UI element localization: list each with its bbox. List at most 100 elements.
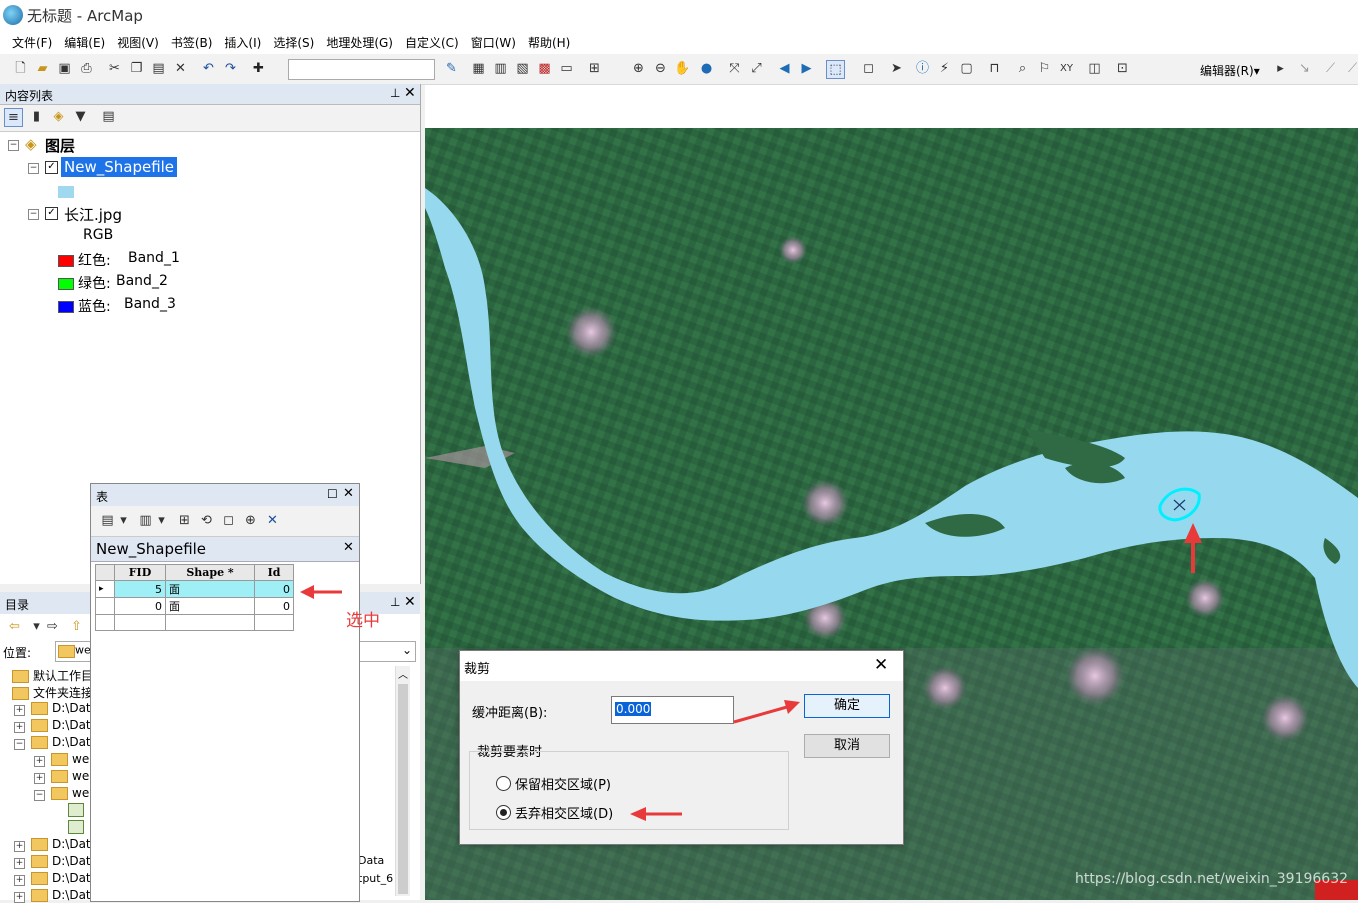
cut-icon[interactable]: ✂ (106, 60, 123, 77)
discard-intersect-radio[interactable] (496, 805, 511, 820)
dialog-close-icon[interactable]: ✕ (874, 655, 888, 675)
band-green-swatch[interactable] (58, 278, 74, 290)
shapefile-visibility-checkbox[interactable]: ✓ (45, 161, 58, 174)
cell-id[interactable]: 0 (254, 597, 294, 615)
cell-fid[interactable]: 0 (114, 597, 166, 615)
catalog-item[interactable]: 默认工作目 (12, 667, 93, 684)
fixed-zoom-out-icon[interactable]: ⤢ (748, 60, 765, 77)
layer-changjiang-jpg[interactable]: 长江.jpg (64, 204, 122, 225)
table-row[interactable]: 0 面 0 (95, 597, 294, 615)
catalog-back-icon[interactable]: ⇦ (6, 618, 23, 635)
table-layer-tab[interactable]: New_Shapefile ✕ (91, 537, 359, 562)
options-icon[interactable]: ▤ (100, 108, 117, 125)
save-icon[interactable]: ▣ (56, 60, 73, 77)
search-window-icon[interactable]: ▧ (514, 60, 531, 77)
list-by-selection-icon[interactable]: ▼ (72, 108, 89, 125)
raster-dataset-icon[interactable] (68, 803, 84, 817)
edit-tool-icon[interactable]: ▸ (1272, 60, 1289, 77)
redo-icon[interactable]: ↷ (222, 60, 239, 77)
zoom-to-selected-icon[interactable]: ⊕ (242, 512, 259, 529)
cancel-button[interactable]: 取消 (804, 734, 890, 758)
hyperlink-icon[interactable]: ⚡ (936, 60, 953, 77)
delete-icon[interactable]: ✕ (172, 60, 189, 77)
discard-intersect-label[interactable]: 丢弃相交区域(D) (515, 803, 613, 822)
find-route-icon[interactable]: ⚐ (1036, 60, 1053, 77)
list-by-source-icon[interactable]: ▮ (28, 108, 45, 125)
menu-file[interactable]: 文件(F) (6, 34, 58, 51)
create-viewer-icon[interactable]: ⊡ (1114, 60, 1131, 77)
raster-visibility-checkbox[interactable]: ✓ (45, 207, 58, 220)
menu-insert[interactable]: 插入(I) (218, 34, 267, 51)
back-extent-icon[interactable]: ◀ (776, 60, 793, 77)
arctoolbox-icon[interactable]: ▩ (536, 60, 553, 77)
catalog-item[interactable]: − wee (34, 786, 97, 801)
menu-customize[interactable]: 自定义(C) (399, 34, 465, 51)
copy-icon[interactable]: ❐ (128, 60, 145, 77)
column-header-fid[interactable]: FID (114, 564, 166, 581)
related-tables-dropdown-icon[interactable]: ▾ (153, 512, 170, 529)
find-icon[interactable]: ⌕ (1014, 60, 1031, 77)
table-of-contents-icon[interactable]: ▦ (470, 60, 487, 77)
select-by-attributes-icon[interactable]: ⊞ (176, 512, 193, 529)
band-blue-swatch[interactable] (58, 301, 74, 313)
catalog-item[interactable]: + D:\Dat (14, 888, 91, 903)
catalog-item[interactable]: + wee (34, 769, 97, 784)
close-icon[interactable]: ✕ (404, 85, 416, 101)
clear-table-selection-icon[interactable]: ◻ (220, 512, 237, 529)
go-to-xy-icon[interactable]: XY (1058, 60, 1075, 77)
catalog-item[interactable]: + D:\Dat (14, 701, 91, 716)
catalog-scrollbar[interactable]: ︿ (395, 666, 410, 896)
menu-selection[interactable]: 选择(S) (267, 34, 320, 51)
maximize-icon[interactable]: ☐ (327, 487, 338, 501)
catalog-item[interactable]: + wee (34, 752, 97, 767)
switch-selection-icon[interactable]: ⟲ (198, 512, 215, 529)
table-options-icon[interactable]: ▤ (99, 512, 116, 529)
cell-fid[interactable]: 5 (114, 580, 166, 598)
cell-shape[interactable]: 面 (165, 597, 255, 615)
paste-icon[interactable]: ▤ (150, 60, 167, 77)
zoom-out-icon[interactable]: ⊖ (652, 60, 669, 77)
edit-annotation-icon[interactable]: ↘ (1296, 60, 1313, 77)
table-row-empty[interactable] (95, 614, 294, 631)
select-features-icon[interactable]: ⬚ (826, 60, 845, 79)
catalog-back-dropdown-icon[interactable]: ▾ (28, 618, 45, 635)
shapefile-symbol-swatch[interactable] (58, 186, 74, 198)
python-window-icon[interactable]: ▭ (558, 60, 575, 77)
column-header-id[interactable]: Id (254, 564, 294, 581)
html-popup-icon[interactable]: ▢ (958, 60, 975, 77)
column-header-shape[interactable]: Shape * (165, 564, 255, 581)
shapefile-collapse-icon[interactable]: − (28, 163, 39, 174)
raster-collapse-icon[interactable]: − (28, 209, 39, 220)
keep-intersect-label[interactable]: 保留相交区域(P) (515, 774, 611, 793)
time-slider-icon[interactable]: ◫ (1086, 60, 1103, 77)
fixed-zoom-in-icon[interactable]: ⤧ (726, 60, 743, 77)
catalog-icon[interactable]: ▥ (492, 60, 509, 77)
menu-help[interactable]: 帮助(H) (522, 34, 576, 51)
end-point-arc-icon[interactable]: ⟋ (1344, 60, 1358, 77)
buffer-distance-input[interactable]: 0.000 (611, 696, 734, 724)
related-tables-icon[interactable]: ▥ (137, 512, 154, 529)
new-document-icon[interactable]: 🗋 (12, 60, 29, 77)
identify-icon[interactable]: ⓘ (914, 60, 931, 77)
catalog-item[interactable]: + D:\Dat (14, 837, 91, 852)
layer-new-shapefile[interactable]: New_Shapefile (61, 157, 178, 177)
map-scale-combo[interactable] (288, 59, 435, 80)
catalog-location-dropdown[interactable]: ⌄ (358, 641, 416, 662)
catalog-close-icon[interactable]: ✕ (404, 594, 416, 610)
editor-toolbar-icon[interactable]: ✎ (443, 60, 460, 77)
cell-shape[interactable]: 面 (165, 580, 255, 598)
catalog-item[interactable]: + D:\Dat (14, 871, 91, 886)
table-options-dropdown-icon[interactable]: ▾ (115, 512, 132, 529)
catalog-pin-icon[interactable]: ⊥ (390, 595, 400, 609)
full-extent-icon[interactable]: ● (698, 60, 715, 77)
catalog-item[interactable]: 文件夹连接 (12, 684, 93, 701)
select-elements-icon[interactable]: ➤ (888, 60, 905, 77)
list-by-visibility-icon[interactable]: ◈ (50, 108, 67, 125)
menu-windows[interactable]: 窗口(W) (465, 34, 522, 51)
catalog-item[interactable]: + D:\Dat (14, 854, 91, 869)
add-data-icon[interactable]: ✚ (250, 60, 267, 77)
catalog-item[interactable]: + D:\Dat (14, 718, 91, 733)
cell-id[interactable]: 0 (254, 580, 294, 598)
undo-icon[interactable]: ↶ (200, 60, 217, 77)
pan-icon[interactable]: ✋ (674, 60, 691, 77)
